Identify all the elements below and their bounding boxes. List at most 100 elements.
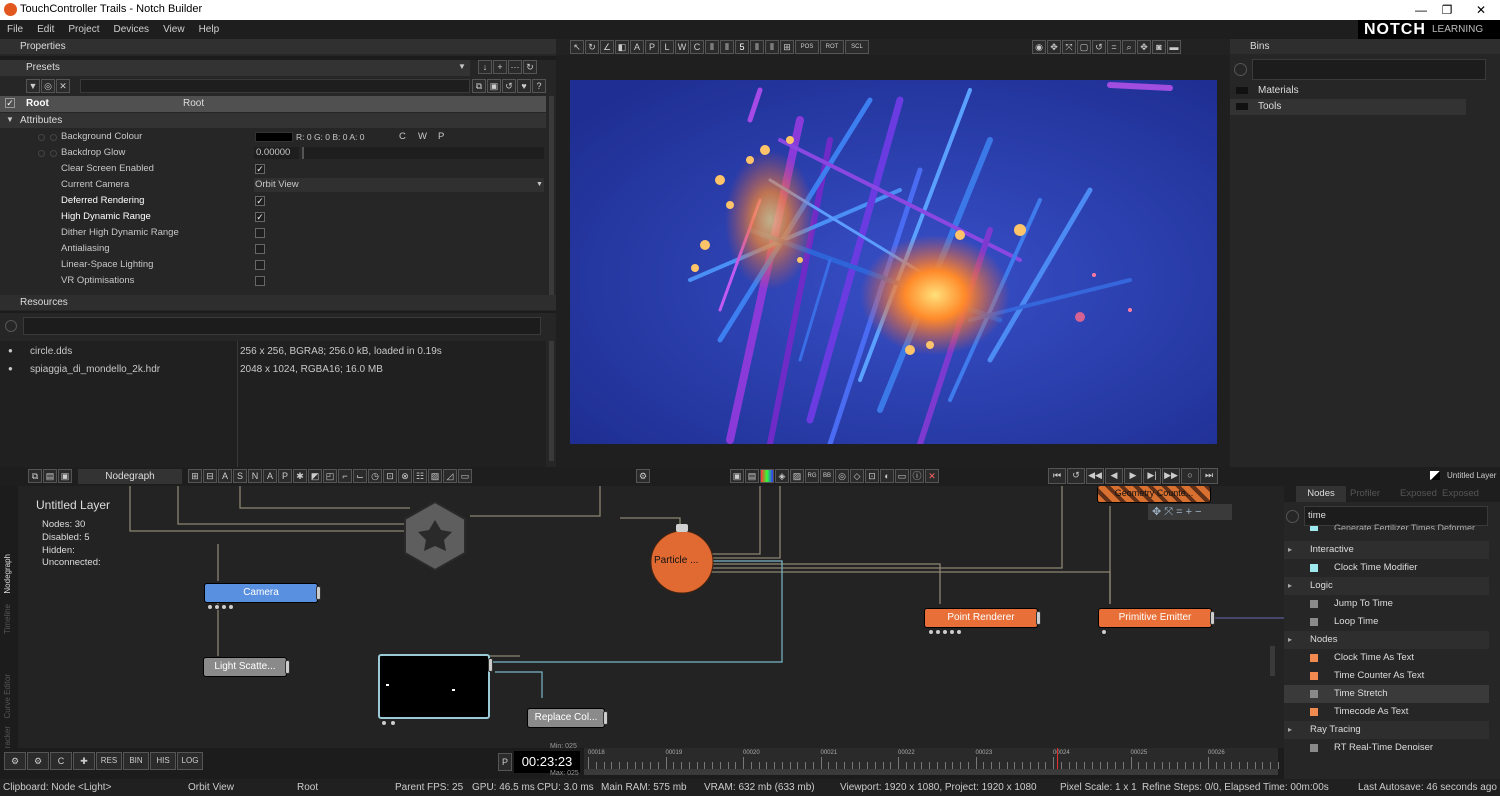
equals-icon[interactable]: =: [1107, 40, 1121, 54]
backdrop-glow-input[interactable]: 0.00000: [254, 147, 299, 159]
hdr-checkbox[interactable]: ✓: [255, 212, 265, 222]
layers-icon[interactable]: ⧉: [28, 469, 42, 483]
bin-button[interactable]: BIN: [123, 752, 149, 770]
menu-edit[interactable]: Edit: [30, 20, 61, 39]
menu-project[interactable]: Project: [61, 20, 106, 39]
tab-profiler[interactable]: Profiler: [1350, 488, 1380, 499]
expand-arrow-icon[interactable]: ▸: [1288, 541, 1292, 559]
log-button[interactable]: LOG: [177, 752, 203, 770]
display2-icon[interactable]: ▭: [895, 469, 909, 483]
help-icon[interactable]: ?: [532, 79, 546, 93]
colour-swatch[interactable]: [255, 132, 293, 142]
add-icon[interactable]: +: [1186, 506, 1192, 518]
timeline-ruler[interactable]: 00018 00019 00020 00021 00022 00023 00024 00025…: [584, 748, 1279, 769]
hatch-icon[interactable]: ▨: [790, 469, 804, 483]
grid-icon[interactable]: ⊞: [780, 40, 794, 54]
chevron-down-icon[interactable]: ▼: [458, 62, 466, 71]
colour-icon[interactable]: [760, 469, 774, 483]
menu-file[interactable]: File: [0, 20, 30, 39]
nodegraph-canvas[interactable]: Nodegraph Timeline Curve Editor Tracker …: [0, 486, 1284, 753]
marquee-icon[interactable]: ◰: [323, 469, 337, 483]
clear-icon[interactable]: ✕: [56, 79, 70, 93]
close-button[interactable]: ✕: [1458, 0, 1500, 20]
minus-icon[interactable]: −: [1195, 506, 1201, 518]
camera-select[interactable]: Orbit View: [254, 178, 544, 192]
expand-icon[interactable]: ⤧: [1062, 40, 1076, 54]
node-icon[interactable]: ⊡: [383, 469, 397, 483]
his-button[interactable]: HIS: [150, 752, 176, 770]
camera-node[interactable]: Camera: [204, 583, 321, 603]
select-tool-icon[interactable]: ↖: [570, 40, 584, 54]
equals-icon[interactable]: =: [1176, 506, 1182, 518]
category-row[interactable]: ▸ Nodes: [1284, 631, 1489, 649]
backdrop-glow-slider[interactable]: [302, 147, 544, 159]
bins-search-input[interactable]: [1252, 59, 1486, 80]
playhead[interactable]: [1057, 748, 1058, 769]
step-forward-icon[interactable]: ▶|: [1143, 468, 1161, 484]
clear-search-icon[interactable]: [5, 320, 17, 332]
c-icon[interactable]: C: [690, 40, 704, 54]
zoom-icon[interactable]: ⌕: [1122, 40, 1136, 54]
clear-screen-checkbox[interactable]: ✓: [255, 164, 265, 174]
menu-help[interactable]: Help: [192, 20, 227, 39]
ak-icon[interactable]: A: [218, 469, 232, 483]
tab-nodes[interactable]: Nodes: [1296, 486, 1346, 502]
tab-exposed[interactable]: Exposed: [1400, 488, 1437, 499]
letterbox-icon[interactable]: ▬: [1167, 40, 1181, 54]
move-icon[interactable]: ✥: [1152, 506, 1161, 518]
properties-scrollbar[interactable]: [549, 96, 554, 296]
node-icon[interactable]: ⊡: [865, 469, 879, 483]
download-icon[interactable]: ↓: [478, 60, 492, 74]
properties-search-input[interactable]: [80, 79, 470, 93]
pan-icon[interactable]: ✥: [1137, 40, 1151, 54]
select-icon[interactable]: ◩: [308, 469, 322, 483]
monitor-icon[interactable]: ▤: [745, 469, 759, 483]
graph-icon[interactable]: ◿: [443, 469, 457, 483]
ring-icon[interactable]: RG: [805, 469, 819, 483]
node-search-input[interactable]: time: [1304, 506, 1488, 526]
move-icon[interactable]: ✥: [1047, 40, 1061, 54]
resource-row[interactable]: ● spiaggia_di_mondello_2k.hdr 2048 x 102…: [0, 362, 546, 378]
bin-item-materials[interactable]: Materials: [1230, 83, 1466, 99]
frame-fwd2-icon[interactable]: ⦀: [765, 40, 779, 54]
ak-icon[interactable]: A: [630, 40, 644, 54]
target-icon[interactable]: ◎: [41, 79, 55, 93]
hatch-icon[interactable]: ▨: [428, 469, 442, 483]
node-type-row[interactable]: Jump To Time: [1284, 595, 1489, 613]
snap-s-button[interactable]: S: [233, 469, 247, 483]
add-icon[interactable]: +: [493, 60, 507, 74]
expand-arrow-icon[interactable]: ▸: [1288, 631, 1292, 649]
frame-back-icon[interactable]: ⦀: [705, 40, 719, 54]
frame-step-value[interactable]: 5: [735, 40, 749, 54]
camera-snapshot-icon[interactable]: ◙: [1152, 40, 1166, 54]
grid-icon[interactable]: ⊞: [188, 469, 202, 483]
render-viewport[interactable]: [570, 80, 1217, 444]
frame-back2-icon[interactable]: ⦀: [720, 40, 734, 54]
node-type-row[interactable]: Time Stretch: [1284, 685, 1489, 703]
node-type-row[interactable]: Timecode As Text: [1284, 703, 1489, 721]
expand-arrow-icon[interactable]: ▸: [1288, 721, 1292, 739]
node-type-row[interactable]: Clock Time Modifier: [1284, 559, 1489, 577]
primitive-emitter-node[interactable]: Primitive Emitter: [1098, 608, 1215, 628]
settings-icon[interactable]: ✱: [293, 469, 307, 483]
node-type-row[interactable]: Time Counter As Text: [1284, 667, 1489, 685]
antialiasing-checkbox[interactable]: [255, 244, 265, 254]
snap-a-button[interactable]: A: [263, 469, 277, 483]
node-type-row[interactable]: RT Real-Time Denoiser: [1284, 739, 1489, 757]
pos-button[interactable]: POS: [795, 40, 819, 54]
gear-icon[interactable]: ⚙: [4, 752, 26, 770]
attributes-section[interactable]: Attributes: [20, 115, 62, 126]
vr-checkbox[interactable]: [255, 276, 265, 286]
skip-end-icon[interactable]: ⏭: [1200, 468, 1218, 484]
res-button[interactable]: RES: [96, 752, 122, 770]
frame-fwd-icon[interactable]: ⦀: [750, 40, 764, 54]
box-tool-icon[interactable]: ◧: [615, 40, 629, 54]
expand-icon[interactable]: ⤧: [1164, 506, 1173, 518]
refresh-icon[interactable]: ↻: [523, 60, 537, 74]
gears-icon[interactable]: ⚙: [27, 752, 49, 770]
clear-search-icon[interactable]: [1286, 510, 1299, 523]
filter-icon[interactable]: ▼: [26, 79, 40, 93]
close-icon[interactable]: ✕: [925, 469, 939, 483]
rot-button[interactable]: ROT: [820, 40, 844, 54]
particle-node[interactable]: Particle ...: [654, 555, 698, 566]
